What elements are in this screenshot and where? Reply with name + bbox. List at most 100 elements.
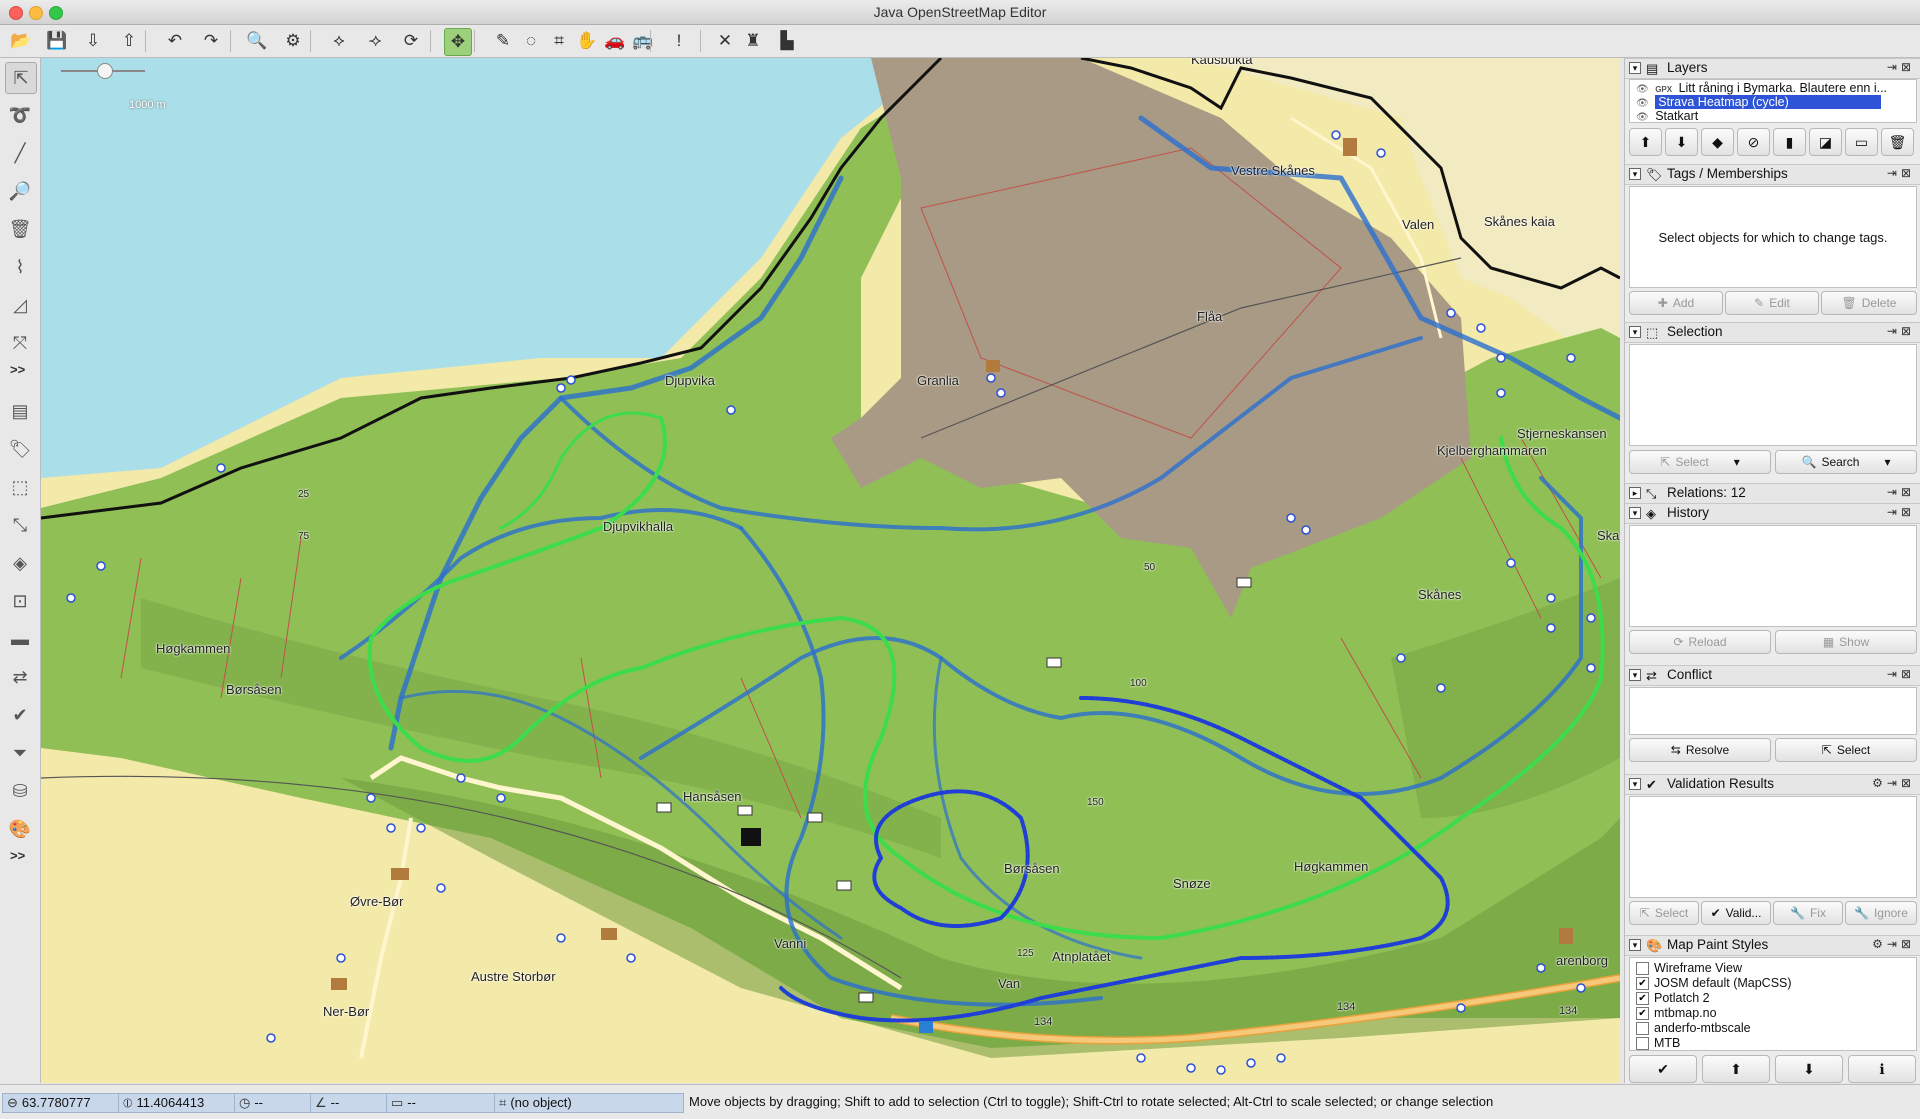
- conflict-panel-header[interactable]: ▾ ⇄ Conflict ⇥⊠: [1625, 665, 1920, 686]
- maximize-window-button[interactable]: [49, 6, 63, 20]
- panel-controls[interactable]: ⚙⇥⊠: [1872, 776, 1915, 790]
- lasso-tool-icon[interactable]: ➰: [5, 100, 35, 130]
- delete-layer-icon[interactable]: 🗑: [1881, 128, 1914, 156]
- style-checkbox[interactable]: ✔: [1636, 1006, 1649, 1020]
- style-checkbox[interactable]: ✔: [1636, 976, 1649, 990]
- draw-icon[interactable]: ✎: [490, 28, 516, 54]
- filter-funnel-icon[interactable]: ⏷: [5, 738, 35, 768]
- validation-toggle-icon[interactable]: ✔: [5, 700, 35, 730]
- tags-panel-header[interactable]: ▾ 🏷 Tags / Memberships ⇥⊠: [1625, 164, 1920, 185]
- mapstyle-row[interactable]: anderfo-mtbscale: [1636, 1020, 1751, 1036]
- layer-row[interactable]: 👁 Statkart: [1636, 109, 1698, 125]
- selection-list[interactable]: [1629, 344, 1917, 446]
- activate-style-icon[interactable]: ✔: [1629, 1055, 1697, 1083]
- panel-controls[interactable]: ⇥⊠: [1887, 505, 1915, 519]
- collapse-icon[interactable]: ▾: [1629, 168, 1641, 180]
- collapse-icon[interactable]: ▾: [1629, 62, 1641, 74]
- search-button[interactable]: 🔍 Search ▾: [1775, 450, 1917, 474]
- elevation-icon[interactable]: ▙: [774, 28, 800, 54]
- upload-icon[interactable]: ⇧: [116, 28, 142, 54]
- save-icon[interactable]: 💾: [44, 28, 70, 54]
- show-button[interactable]: ▦ Show: [1775, 630, 1917, 654]
- undo-icon[interactable]: ↶: [162, 28, 188, 54]
- show-hide-icon[interactable]: ⊘: [1737, 128, 1770, 156]
- bus-icon[interactable]: 🚌: [630, 28, 656, 54]
- extrude-icon[interactable]: ⌗: [546, 28, 572, 54]
- split-tool-icon[interactable]: ⤧: [5, 328, 35, 358]
- map-view[interactable]: 1000 m Kausbukta Vestre Skånes Valen Skå…: [41, 58, 1620, 1083]
- split-way-icon[interactable]: ⟡: [326, 28, 352, 54]
- refresh-icon[interactable]: ⟳: [398, 28, 424, 54]
- selection-toggle-icon[interactable]: ⬚: [5, 472, 35, 502]
- layers-panel-header[interactable]: ▾ ▤ Layers ⇥⊠: [1625, 58, 1920, 79]
- panel-controls[interactable]: ⇥⊠: [1887, 324, 1915, 338]
- collapse-icon[interactable]: ▾: [1629, 326, 1641, 338]
- validation-select-button[interactable]: ⇱ Select: [1629, 901, 1699, 925]
- validation-list[interactable]: [1629, 796, 1917, 898]
- collapse-icon[interactable]: ▾: [1629, 669, 1641, 681]
- panel-controls[interactable]: ⚙⇥⊠: [1872, 937, 1915, 951]
- relations-toggle-icon[interactable]: ⤡: [5, 510, 35, 540]
- mapstyle-row[interactable]: ✔ Potlatch 2: [1636, 990, 1710, 1006]
- mapstyle-row[interactable]: ✔ JOSM default (MapCSS): [1636, 975, 1792, 991]
- validation-panel-header[interactable]: ▾ ✔ Validation Results ⚙⇥⊠: [1625, 774, 1920, 795]
- edit-tag-button[interactable]: ✎ Edit: [1725, 291, 1819, 315]
- tags-toggle-icon[interactable]: 🏷: [5, 434, 35, 464]
- commands-toggle-icon[interactable]: ▬: [5, 624, 35, 654]
- plugin-toggle-icon[interactable]: ⛁: [5, 776, 35, 806]
- mapstyles-toggle-icon[interactable]: 🎨: [5, 814, 35, 844]
- add-tag-button[interactable]: ✚ Add: [1629, 291, 1723, 315]
- resolve-button[interactable]: ⇆ Resolve: [1629, 738, 1771, 762]
- panel-controls[interactable]: ⇥⊠: [1887, 60, 1915, 74]
- layer-list[interactable]: 👁 GPX Litt råning i Bymarka. Blautere en…: [1629, 79, 1917, 123]
- mapstyles-panel-header[interactable]: ▾ 🎨 Map Paint Styles ⚙⇥⊠: [1625, 935, 1920, 956]
- zoom-icon[interactable]: 🔍: [244, 28, 270, 54]
- conflict-list[interactable]: [1629, 687, 1917, 735]
- style-checkbox[interactable]: ✔: [1636, 991, 1649, 1005]
- select-button[interactable]: ⇱ Select ▾: [1629, 450, 1771, 474]
- minimize-window-button[interactable]: [29, 6, 43, 20]
- reload-button[interactable]: ⟳ Reload: [1629, 630, 1771, 654]
- zoom-tool-icon[interactable]: 🔎: [5, 176, 35, 206]
- conflict-select-button[interactable]: ⇱ Select: [1775, 738, 1917, 762]
- mapstyle-row[interactable]: ✔ mtbmap.no: [1636, 1005, 1717, 1021]
- parallel-tool-icon[interactable]: ◿: [5, 290, 35, 320]
- visibility-eye-icon[interactable]: 👁: [1636, 112, 1649, 123]
- panel-controls[interactable]: ⇥⊠: [1887, 667, 1915, 681]
- delete-tool-icon[interactable]: 🗑: [5, 214, 35, 244]
- collapse-icon[interactable]: ▾: [1629, 939, 1641, 951]
- collapse-icon[interactable]: ▾: [1629, 507, 1641, 519]
- more-tools-button[interactable]: >>: [10, 362, 25, 377]
- visibility-eye-icon[interactable]: 👁: [1636, 84, 1649, 95]
- redo-icon[interactable]: ↷: [198, 28, 224, 54]
- merge-layer-icon[interactable]: ◪: [1809, 128, 1842, 156]
- hand-icon[interactable]: ✋: [574, 28, 600, 54]
- layers-toggle-icon[interactable]: ▤: [5, 396, 35, 426]
- move-up-icon[interactable]: ⬆: [1629, 128, 1662, 156]
- plugin-icon[interactable]: ♜: [740, 28, 766, 54]
- style-checkbox[interactable]: [1636, 961, 1649, 975]
- style-info-icon[interactable]: ℹ: [1848, 1055, 1916, 1083]
- more-toggles-button[interactable]: >>: [10, 848, 25, 863]
- preferences-icon[interactable]: ⚙: [280, 28, 306, 54]
- opacity-icon[interactable]: ▮: [1773, 128, 1806, 156]
- conflict-toggle-icon[interactable]: ⇄: [5, 662, 35, 692]
- fix-button[interactable]: 🔧 Fix: [1773, 901, 1843, 925]
- relations-panel-header[interactable]: ▸ ⤡ Relations: 12 ⇥⊠: [1625, 483, 1920, 504]
- selection-panel-header[interactable]: ▾ ⬚ Selection ⇥⊠: [1625, 322, 1920, 343]
- mapstyle-row[interactable]: Wireframe View: [1636, 960, 1742, 976]
- activate-layer-icon[interactable]: ◆: [1701, 128, 1734, 156]
- filter-toggle-icon[interactable]: ⊡: [5, 586, 35, 616]
- ignore-button[interactable]: 🔧 Ignore: [1845, 901, 1917, 925]
- move-style-up-icon[interactable]: ⬆: [1702, 1055, 1770, 1083]
- select-tool-icon[interactable]: ⇱: [5, 62, 37, 94]
- delete-tag-button[interactable]: 🗑 Delete: [1821, 291, 1917, 315]
- history-toggle-icon[interactable]: ◈: [5, 548, 35, 578]
- mapstyles-list[interactable]: Wireframe View ✔ JOSM default (MapCSS) ✔ Pot…: [1629, 957, 1917, 1051]
- panel-controls[interactable]: ⇥⊠: [1887, 485, 1915, 499]
- move-style-down-icon[interactable]: ⬇: [1775, 1055, 1843, 1083]
- history-panel-header[interactable]: ▾ ◈ History ⇥⊠: [1625, 503, 1920, 524]
- style-checkbox[interactable]: [1636, 1036, 1649, 1050]
- validation-icon[interactable]: ✥: [444, 28, 472, 56]
- move-down-icon[interactable]: ⬇: [1665, 128, 1698, 156]
